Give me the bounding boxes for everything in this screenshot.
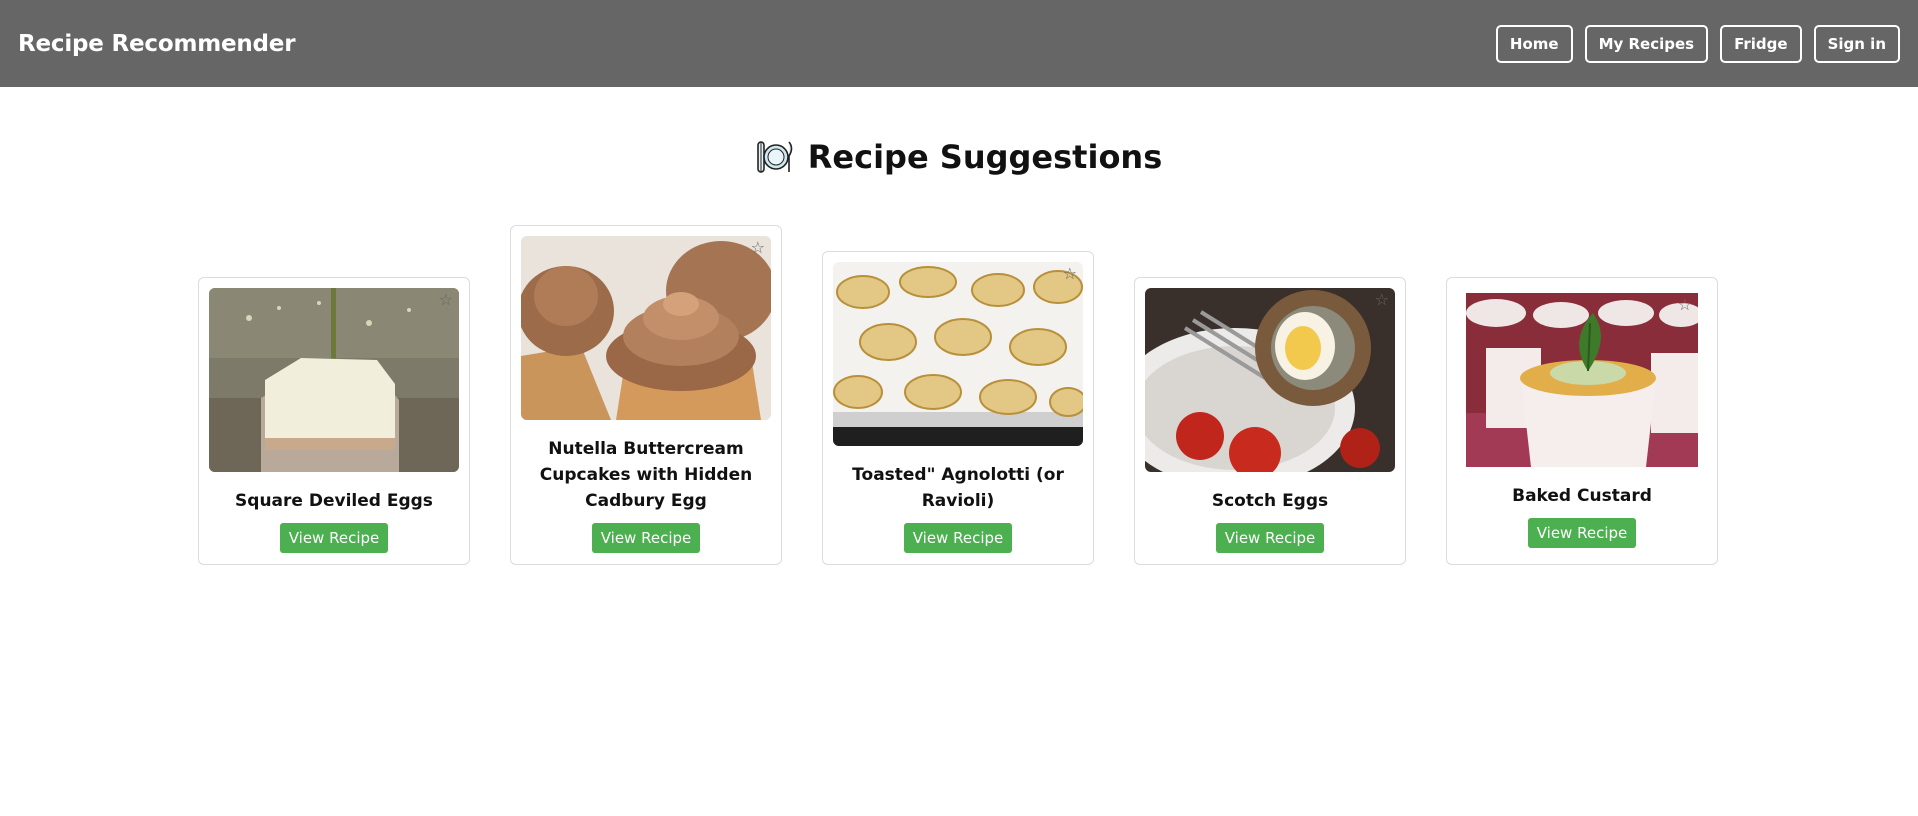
view-recipe-button[interactable]: View Recipe (591, 523, 701, 553)
nav-buttons: Home My Recipes Fridge Sign in (1495, 24, 1900, 63)
recipe-card: ☆ Square Deviled Eggs View Recipe (198, 277, 470, 565)
recipe-title: Baked Custard (1512, 486, 1652, 506)
favorite-star-icon[interactable]: ☆ (439, 292, 453, 308)
favorite-star-icon[interactable]: ☆ (1375, 292, 1389, 308)
plate-cutlery-icon (756, 141, 793, 173)
recipe-image-scotch-eggs[interactable]: ☆ (1145, 288, 1395, 472)
nav-fridge-button[interactable]: Fridge (1720, 24, 1802, 63)
recipe-card: ☆ Toasted" Agnolotti (or Ravioli) View R… (822, 251, 1094, 565)
page-title: Recipe Suggestions (807, 138, 1163, 176)
view-recipe-button[interactable]: View Recipe (903, 523, 1013, 553)
top-navbar: Recipe Recommender Home My Recipes Fridg… (0, 0, 1918, 87)
recipe-card: ☆ Nutella Buttercream Cupcakes with Hidd… (510, 225, 782, 565)
recipe-card: ☆ Scotch Eggs View Recipe (1134, 277, 1406, 565)
nav-home-button[interactable]: Home (1495, 24, 1573, 63)
recipe-image-agnolotti[interactable]: ☆ (833, 262, 1083, 446)
recipe-image-cupcakes[interactable]: ☆ (521, 236, 771, 420)
favorite-star-icon[interactable]: ☆ (1678, 297, 1692, 313)
favorite-star-icon[interactable]: ☆ (1063, 266, 1077, 282)
view-recipe-button[interactable]: View Recipe (279, 523, 389, 553)
recipe-image-custard[interactable]: ☆ (1466, 293, 1698, 467)
app-brand[interactable]: Recipe Recommender (18, 31, 296, 57)
recipe-title: Nutella Buttercream Cupcakes with Hidden… (539, 439, 753, 511)
view-recipe-button[interactable]: View Recipe (1215, 523, 1325, 553)
favorite-star-icon[interactable]: ☆ (751, 240, 765, 256)
view-recipe-button[interactable]: View Recipe (1527, 518, 1637, 548)
nav-sign-in-button[interactable]: Sign in (1813, 24, 1900, 63)
nav-my-recipes-button[interactable]: My Recipes (1584, 24, 1709, 63)
recipe-card: ☆ Baked Custard View Recipe (1446, 277, 1718, 565)
recipe-title: Scotch Eggs (1211, 491, 1329, 511)
recipe-image-deviled-eggs[interactable]: ☆ (209, 288, 459, 472)
page-heading: Recipe Suggestions (0, 138, 1918, 176)
recipe-title: Toasted" Agnolotti (or Ravioli) (852, 465, 1064, 511)
recipe-title: Square Deviled Eggs (235, 491, 433, 511)
